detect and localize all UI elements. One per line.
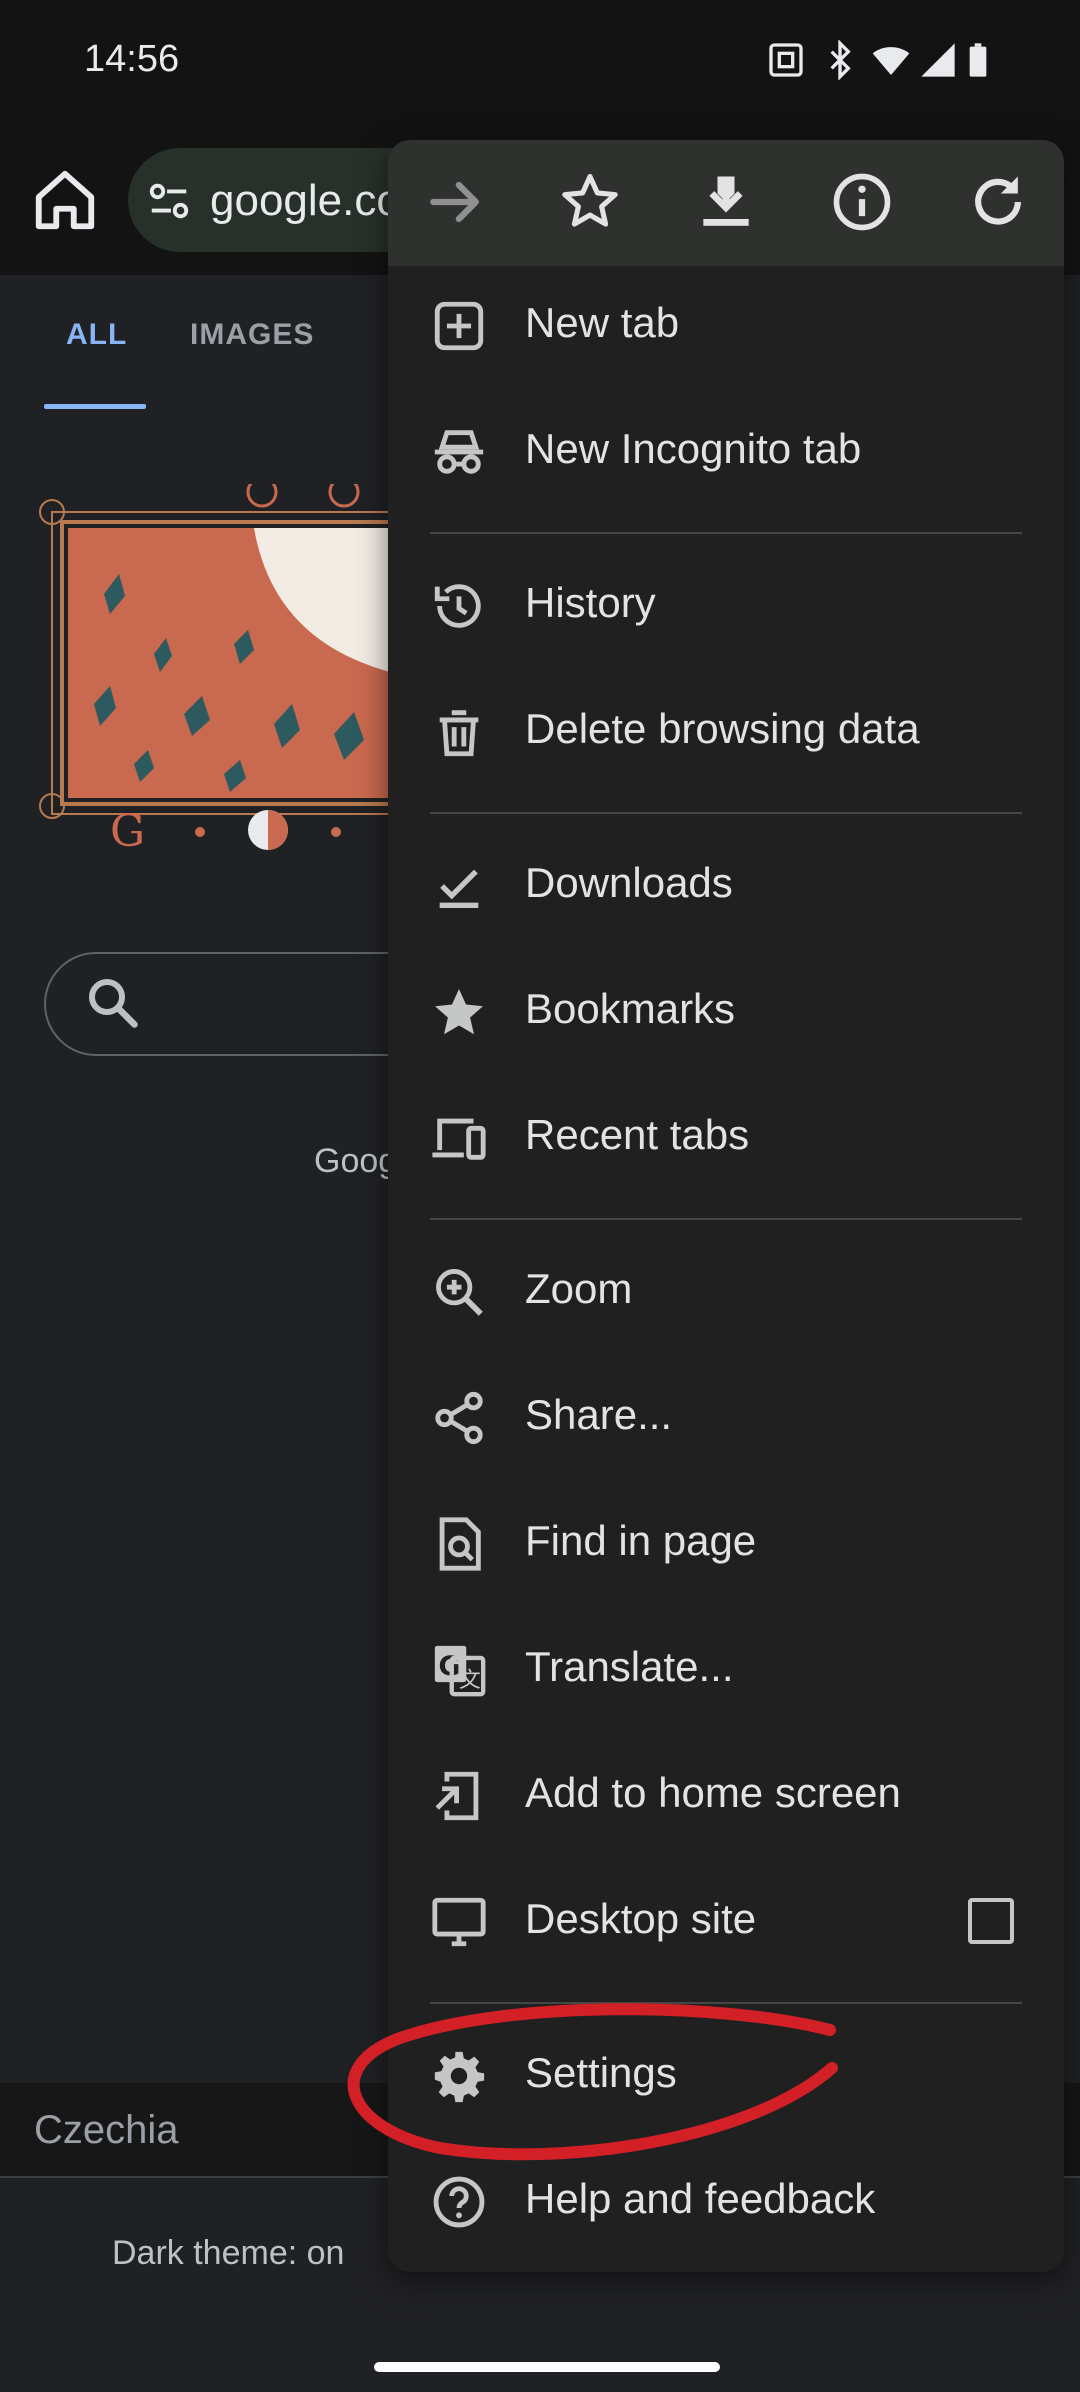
tab-all[interactable]: ALL xyxy=(66,318,127,352)
menu-item-label: History xyxy=(525,579,656,626)
menu-item-find-in-page[interactable]: Find in page xyxy=(388,1484,1064,1604)
menu-divider xyxy=(430,2002,1022,2004)
menu-divider xyxy=(430,1218,1022,1220)
new-tab-icon xyxy=(434,301,484,351)
add-to-home-icon xyxy=(435,1771,479,1821)
nfc-icon xyxy=(769,43,803,77)
zoom-icon xyxy=(436,1269,483,1316)
home-icon[interactable] xyxy=(30,165,100,235)
history-icon xyxy=(434,584,481,628)
share-icon xyxy=(435,1391,483,1445)
menu-item-label: New Incognito tab xyxy=(525,425,862,472)
google-doodle[interactable]: G xyxy=(34,484,394,854)
menu-item-delete-browsing-data[interactable]: Delete browsing data xyxy=(388,672,1064,792)
reload-icon[interactable] xyxy=(964,168,1032,236)
menu-item-desktop-site[interactable]: Desktop site xyxy=(388,1862,1064,1982)
menu-divider xyxy=(430,532,1022,534)
menu-item-label: Add to home screen xyxy=(525,1769,901,1816)
footer-country: Czechia xyxy=(34,2108,179,2152)
wifi-icon xyxy=(872,47,910,75)
bluetooth-icon xyxy=(830,40,851,80)
search-icon xyxy=(89,979,138,1028)
star-icon xyxy=(435,989,483,1035)
svg-text:文: 文 xyxy=(459,1668,481,1693)
menu-item-new-tab[interactable]: New tab xyxy=(388,266,1064,386)
svg-text:G: G xyxy=(438,1651,460,1682)
menu-item-label: Translate... xyxy=(525,1643,734,1690)
svg-text:G: G xyxy=(110,806,145,854)
menu-item-label: Desktop site xyxy=(525,1895,757,1942)
menu-item-label: Share... xyxy=(525,1391,673,1438)
help-icon xyxy=(433,2176,485,2228)
downloads-check-icon xyxy=(439,869,479,908)
menu-item-label: Bookmarks xyxy=(525,985,736,1032)
gear-icon xyxy=(434,2051,485,2103)
menu-item-recent-tabs[interactable]: Recent tabs xyxy=(388,1078,1064,1198)
menu-item-share[interactable]: Share... xyxy=(388,1358,1064,1478)
tab-images[interactable]: IMAGES xyxy=(190,318,314,352)
incognito-icon xyxy=(434,430,484,474)
menu-item-downloads[interactable]: Downloads xyxy=(388,826,1064,946)
menu-item-history[interactable]: History xyxy=(388,546,1064,666)
menu-action-bar xyxy=(388,140,1064,266)
download-icon[interactable] xyxy=(692,168,760,236)
menu-item-label: Downloads xyxy=(525,859,733,906)
menu-item-bookmarks[interactable]: Bookmarks xyxy=(388,952,1064,1072)
url-text[interactable]: google.co xyxy=(210,176,401,226)
partial-page-text: Goog xyxy=(314,1142,398,1180)
signal-icon xyxy=(921,43,955,77)
devices-icon xyxy=(432,1118,486,1160)
tab-all-indicator xyxy=(44,404,146,409)
menu-item-label: Zoom xyxy=(525,1265,633,1312)
find-in-page-icon xyxy=(439,1517,481,1571)
status-time: 14:56 xyxy=(84,38,180,80)
menu-item-add-to-home-screen[interactable]: Add to home screen xyxy=(388,1736,1064,1856)
dark-theme-link[interactable]: Dark theme: on xyxy=(112,2234,344,2273)
site-settings-icon[interactable] xyxy=(146,178,192,224)
translate-icon: G文 xyxy=(434,1645,486,1697)
info-icon[interactable] xyxy=(828,168,896,236)
menu-item-label: Recent tabs xyxy=(525,1111,750,1158)
menu-item-label: Find in page xyxy=(525,1517,757,1564)
battery-icon xyxy=(969,43,987,77)
bookmark-star-icon[interactable] xyxy=(556,168,624,236)
desktop-site-checkbox[interactable] xyxy=(968,1898,1014,1944)
menu-item-help-and-feedback[interactable]: Help and feedback xyxy=(388,2142,1064,2262)
menu-item-new-incognito-tab[interactable]: New Incognito tab xyxy=(388,392,1064,512)
menu-item-label: New tab xyxy=(525,299,680,346)
forward-icon[interactable] xyxy=(422,168,490,236)
gesture-handle[interactable] xyxy=(374,2362,720,2372)
menu-item-label: Help and feedback xyxy=(525,2175,876,2222)
menu-item-label: Delete browsing data xyxy=(525,705,920,752)
desktop-icon xyxy=(432,1897,486,1947)
menu-item-translate[interactable]: G文 Translate... xyxy=(388,1610,1064,1730)
menu-divider xyxy=(430,812,1022,814)
navigation-bar xyxy=(0,2330,1080,2392)
menu-item-zoom[interactable]: Zoom xyxy=(388,1232,1064,1352)
menu-item-label: Settings xyxy=(525,2049,677,2096)
menu-item-settings[interactable]: Settings xyxy=(388,2016,1064,2136)
overflow-menu: New tab New Incognito tab History Delete… xyxy=(388,140,1064,2272)
trash-icon xyxy=(439,710,479,757)
